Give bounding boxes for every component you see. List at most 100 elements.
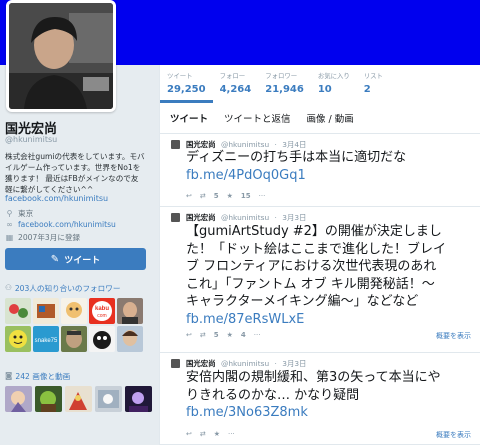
svg-text:kabu: kabu xyxy=(95,306,109,312)
follower-thumb[interactable] xyxy=(61,326,87,352)
tweet-author-name[interactable]: 国光宏尚 xyxy=(186,140,216,149)
tweet-author-name[interactable]: 国光宏尚 xyxy=(186,213,216,222)
profile-joined: ▦ 2007年3月に登録 xyxy=(5,232,80,243)
stat-lists[interactable]: リスト 2 xyxy=(357,65,390,103)
follower-thumb[interactable] xyxy=(5,298,31,324)
stat-value: 21,946 xyxy=(265,84,304,95)
favorite-icon[interactable]: ★ xyxy=(227,192,233,200)
stat-followers[interactable]: フォロワー 21,946 xyxy=(258,65,311,103)
retweet-count: 5 xyxy=(213,331,219,339)
website-link[interactable]: facebook.com/hkunimitsu xyxy=(18,220,116,229)
more-icon[interactable]: ··· xyxy=(259,192,266,200)
profile-sidebar: 国光宏尚 @hkunimitsu 株式会社gumiの代表をしています。モバ イル… xyxy=(0,0,155,445)
reply-icon[interactable]: ↩ xyxy=(186,192,192,200)
tweet-header: 国光宏尚 @hkunimitsu · 3月3日 xyxy=(186,358,306,369)
tweet-link[interactable]: fb.me/87eRsWLxE xyxy=(186,311,476,329)
tweet-button[interactable]: ✎ ツイート xyxy=(5,248,146,270)
profile-website[interactable]: ∞ facebook.com/hkunimitsu xyxy=(5,220,116,229)
follower-thumb[interactable] xyxy=(117,298,143,324)
tweet-avatar[interactable] xyxy=(171,359,180,368)
timeline-tabs: ツイート ツイートと返信 画像 / 動画 xyxy=(160,106,480,134)
svg-text:com: com xyxy=(97,313,106,319)
follower-thumb[interactable] xyxy=(33,298,59,324)
reply-icon[interactable]: ↩ xyxy=(186,430,192,438)
more-icon[interactable]: ··· xyxy=(228,430,235,438)
tweet-text: ディズニーの打ち手は本当に適切だな fb.me/4PdOq0Gq1 xyxy=(186,149,476,184)
tweet[interactable]: 国光宏尚 @hkunimitsu · 3月3日 安倍内閣の規制緩和、第3の矢って… xyxy=(160,353,480,445)
tweet-dot: · xyxy=(274,359,277,368)
svg-text:snake75: snake75 xyxy=(35,338,58,344)
follower-thumb[interactable] xyxy=(117,326,143,352)
location-text: 東京 xyxy=(18,209,34,218)
photo-thumb[interactable] xyxy=(95,386,122,412)
stat-favorites[interactable]: お気に入り 10 xyxy=(311,65,357,103)
tweet-author-name[interactable]: 国光宏尚 xyxy=(186,359,216,368)
retweet-icon[interactable]: ⇄ xyxy=(200,331,206,339)
location-pin-icon: ⚲ xyxy=(6,209,13,218)
photo-thumb[interactable] xyxy=(5,386,32,412)
timeline-panel: ツイート 29,250 フォロー 4,264 フォロワー 21,946 お気に入… xyxy=(159,65,480,445)
more-icon[interactable]: ··· xyxy=(254,331,261,339)
favorite-count: 4 xyxy=(240,331,246,339)
tweet-text: 【gumiArtStudy #2】の開催が決定しまし た！「ドット絵はここまで進… xyxy=(186,223,476,328)
tweet-screen-name[interactable]: @hkunimitsu xyxy=(221,213,269,222)
tweet-text-line: りきれるのかな… かなり疑問 xyxy=(186,387,360,403)
tweet-link[interactable]: fb.me/3No63Z8mk xyxy=(186,404,476,422)
follower-thumb[interactable] xyxy=(89,326,115,352)
expand-link[interactable]: 概要を表示 xyxy=(436,331,471,341)
tweet-button-label: ツイート xyxy=(64,255,101,266)
tweet-text-line: 安倍内閣の規制緩和、第3の矢って本当にや xyxy=(186,370,441,385)
tweet-dot: · xyxy=(274,213,277,222)
tweet-date[interactable]: 3月3日 xyxy=(282,213,306,222)
tab-tweets-and-replies[interactable]: ツイートと返信 xyxy=(224,106,291,134)
tweet-link[interactable]: fb.me/4PdOq0Gq1 xyxy=(186,167,476,185)
tweet[interactable]: 国光宏尚 @hkunimitsu · 3月4日 ディズニーの打ち手は本当に適切だ… xyxy=(160,134,480,207)
tab-photos-videos[interactable]: 画像 / 動画 xyxy=(307,106,354,134)
retweet-icon[interactable]: ⇄ xyxy=(200,430,206,438)
tweet-actions: ↩ ⇄ 5 ★ 15 ··· xyxy=(186,192,265,200)
bio-line: 株式会社gumiの代表をしています。モバ xyxy=(5,152,145,161)
tweet-actions: ↩ ⇄ 5 ★ 4 ··· xyxy=(186,331,260,339)
photo-thumb[interactable] xyxy=(35,386,62,412)
follower-thumbnail-grid: kabu com snake75 xyxy=(5,298,145,352)
joined-text: 2007年3月に登録 xyxy=(18,233,81,242)
photos-videos-link[interactable]: ◙ 242 画像と動画 xyxy=(5,371,70,382)
tweet-text: 安倍内閣の規制緩和、第3の矢って本当にや りきれるのかな… かなり疑問 fb.m… xyxy=(186,369,476,422)
tweet-avatar[interactable] xyxy=(171,140,180,149)
followers-you-know-link[interactable]: ⚇ 203人の知り合いのフォロワー xyxy=(5,283,120,294)
follower-thumb[interactable]: kabu com xyxy=(89,298,115,324)
favorite-icon[interactable]: ★ xyxy=(214,430,220,438)
stat-tweets[interactable]: ツイート 29,250 xyxy=(160,65,213,103)
reply-icon[interactable]: ↩ xyxy=(186,331,192,339)
retweet-icon[interactable]: ⇄ xyxy=(200,192,206,200)
tweet[interactable]: 国光宏尚 @hkunimitsu · 3月3日 【gumiArtStudy #2… xyxy=(160,207,480,353)
photo-thumb[interactable] xyxy=(65,386,92,412)
tweet-date[interactable]: 3月4日 xyxy=(282,140,306,149)
bio-link[interactable]: facebook.com/hkunimitsu xyxy=(5,194,108,203)
follower-thumb[interactable] xyxy=(61,298,87,324)
expand-link[interactable]: 概要を表示 xyxy=(436,430,471,440)
follower-thumb[interactable]: snake75 xyxy=(33,326,59,352)
profile-bio: 株式会社gumiの代表をしています。モバ イルゲーム作っています。世界をNo1を… xyxy=(5,151,149,195)
photo-thumb[interactable] xyxy=(125,386,152,412)
profile-avatar[interactable] xyxy=(6,0,116,112)
compose-icon: ✎ xyxy=(50,253,60,265)
retweet-count: 5 xyxy=(213,192,219,200)
follower-thumb[interactable] xyxy=(5,326,31,352)
tab-tweets[interactable]: ツイート xyxy=(170,106,208,134)
tweet-text-line: これ」「ファントム オブ キル開発秘話！～ xyxy=(186,276,435,292)
stat-label: フォロー xyxy=(219,72,246,80)
tweet-avatar[interactable] xyxy=(171,213,180,222)
tweet-screen-name[interactable]: @hkunimitsu xyxy=(221,140,269,149)
tweet-actions: ↩ ⇄ ★ ··· xyxy=(186,430,235,438)
tweet-date[interactable]: 3月3日 xyxy=(282,359,306,368)
photos-videos-text: 242 画像と動画 xyxy=(15,372,71,381)
stat-label: リスト xyxy=(363,72,383,80)
stat-label: お気に入り xyxy=(317,72,350,80)
stat-following[interactable]: フォロー 4,264 xyxy=(213,65,259,103)
avatar-photo xyxy=(9,3,113,109)
tweet-screen-name[interactable]: @hkunimitsu xyxy=(221,359,269,368)
favorite-icon[interactable]: ★ xyxy=(227,331,233,339)
profile-handle[interactable]: @hkunimitsu xyxy=(5,135,57,144)
tweet-dot: · xyxy=(274,140,277,149)
